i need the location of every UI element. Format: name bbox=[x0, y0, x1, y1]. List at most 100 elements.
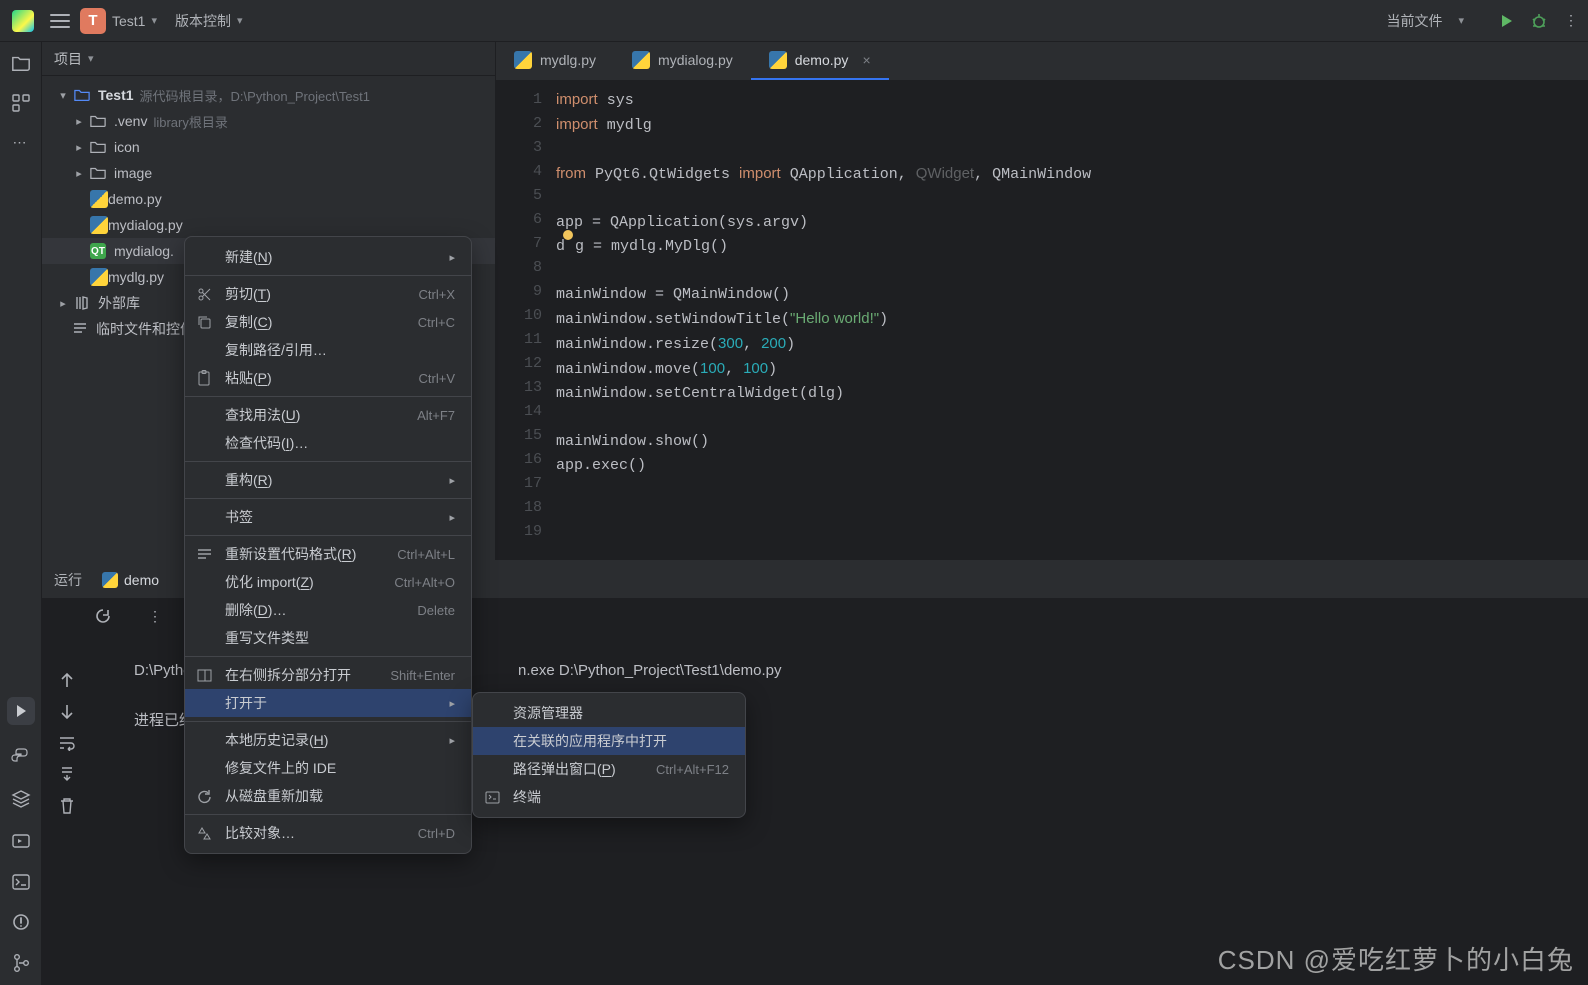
folder-icon[interactable] bbox=[11, 54, 31, 72]
tree-item-hint: library根目录 bbox=[153, 112, 227, 131]
tab-run-config[interactable]: demo bbox=[102, 572, 159, 588]
python-file-icon bbox=[90, 268, 108, 286]
problems-icon[interactable] bbox=[12, 913, 30, 931]
qt-file-icon: QT bbox=[90, 243, 106, 259]
ctx-find-usage[interactable]: 查找用法(U)Alt+F7 bbox=[185, 401, 471, 429]
left-tool-rail: ⋯ bbox=[0, 42, 42, 985]
python-file-icon bbox=[514, 51, 532, 69]
ctx-copy[interactable]: 复制(C)Ctrl+C bbox=[185, 308, 471, 336]
ctx-local-history[interactable]: 本地历史记录(H)▸ bbox=[185, 726, 471, 754]
tree-root-hint: 源代码根目录，D:\Python_Project\Test1 bbox=[140, 86, 370, 105]
topbar: T Test1 ▾ 版本控制 ▾ 当前文件 ▾ ⋮ bbox=[0, 0, 1588, 42]
tab-label: mydialog.py bbox=[658, 52, 733, 68]
tree-row[interactable]: mydialog.py bbox=[42, 212, 495, 238]
chevron-down-icon[interactable]: ▾ bbox=[1458, 14, 1464, 27]
ctx-open-split[interactable]: 在右侧拆分部分打开Shift+Enter bbox=[185, 661, 471, 689]
ctx-refactor[interactable]: 重构(R)▸ bbox=[185, 466, 471, 494]
ctx-open-in[interactable]: 打开于▸ bbox=[185, 689, 471, 717]
sub-terminal[interactable]: 终端 bbox=[473, 783, 745, 811]
chevron-down-icon[interactable]: ▾ bbox=[56, 89, 70, 102]
hamburger-icon[interactable] bbox=[50, 13, 70, 29]
project-badge[interactable]: T bbox=[80, 8, 106, 34]
structure-icon[interactable] bbox=[12, 94, 30, 112]
tab-run[interactable]: 运行 bbox=[54, 570, 82, 590]
tree-item-name: icon bbox=[114, 139, 140, 155]
editor-tab[interactable]: mydialog.py bbox=[614, 42, 751, 80]
editor-tabs: mydlg.py mydialog.py demo.py × bbox=[496, 42, 1588, 80]
chevron-right-icon[interactable]: ▸ bbox=[56, 297, 70, 310]
chevron-right-icon[interactable]: ▸ bbox=[72, 115, 86, 128]
ctx-reload[interactable]: 从磁盘重新加载 bbox=[185, 782, 471, 810]
sub-path-popup[interactable]: 路径弹出窗口(P)Ctrl+Alt+F12 bbox=[473, 755, 745, 783]
project-panel-title: 项目 bbox=[54, 49, 82, 69]
ctx-optimize[interactable]: 优化 import(Z)Ctrl+Alt+O bbox=[185, 568, 471, 596]
editor-tab[interactable]: demo.py × bbox=[751, 42, 889, 80]
run-play-icon[interactable] bbox=[1498, 13, 1514, 29]
ctx-override[interactable]: 重写文件类型 bbox=[185, 624, 471, 652]
ctx-repair[interactable]: 修复文件上的 IDE bbox=[185, 754, 471, 782]
soft-wrap-icon[interactable] bbox=[58, 735, 76, 751]
python-file-icon bbox=[102, 572, 118, 588]
run-side-toolbar bbox=[52, 671, 82, 815]
sub-explorer[interactable]: 资源管理器 bbox=[473, 699, 745, 727]
gutter: 12345678910111213141516171819 bbox=[496, 80, 556, 560]
tree-item-name: demo.py bbox=[108, 191, 162, 207]
scissors-icon bbox=[197, 287, 212, 302]
step-down-icon[interactable] bbox=[59, 703, 75, 721]
tree-item-name: mydialog.py bbox=[108, 217, 183, 233]
chevron-down-icon[interactable]: ▾ bbox=[237, 14, 243, 27]
ctx-inspect[interactable]: 检查代码(I)… bbox=[185, 429, 471, 457]
sub-assoc-app[interactable]: 在关联的应用程序中打开 bbox=[473, 727, 745, 755]
tab-label: demo.py bbox=[795, 52, 849, 68]
chevron-down-icon: ▾ bbox=[88, 52, 94, 65]
ctx-bookmark[interactable]: 书签▸ bbox=[185, 503, 471, 531]
debug-icon[interactable] bbox=[1530, 12, 1548, 30]
services-icon[interactable] bbox=[11, 831, 31, 851]
layers-icon[interactable] bbox=[11, 789, 31, 809]
step-up-icon[interactable] bbox=[59, 671, 75, 689]
scroll-to-end-icon[interactable] bbox=[59, 765, 75, 783]
chevron-down-icon[interactable]: ▾ bbox=[151, 14, 157, 27]
reformat-icon bbox=[197, 548, 212, 561]
version-control-menu[interactable]: 版本控制 bbox=[175, 11, 231, 31]
folder-icon bbox=[90, 166, 106, 180]
ctx-new[interactable]: 新建(N)▸ bbox=[185, 243, 471, 271]
more-icon[interactable]: ⋯ bbox=[13, 134, 29, 151]
ide-logo-icon bbox=[12, 10, 34, 32]
more-icon[interactable]: ⋮ bbox=[1564, 12, 1580, 29]
ctx-copy-path[interactable]: 复制路径/引用… bbox=[185, 336, 471, 364]
git-icon[interactable] bbox=[12, 953, 30, 973]
run-tool-icon[interactable] bbox=[7, 697, 35, 725]
terminal-icon[interactable] bbox=[11, 873, 31, 891]
tree-row[interactable]: ▸ .venv library根目录 bbox=[42, 108, 495, 134]
tree-row[interactable]: ▸ image bbox=[42, 160, 495, 186]
topbar-right: 当前文件 ▾ ⋮ bbox=[1386, 11, 1580, 31]
tree-row[interactable]: ▸ icon bbox=[42, 134, 495, 160]
editor-tab[interactable]: mydlg.py bbox=[496, 42, 614, 80]
external-libs-label: 外部库 bbox=[98, 293, 140, 313]
compare-icon bbox=[197, 826, 212, 841]
chevron-right-icon: ▸ bbox=[449, 474, 455, 487]
project-name[interactable]: Test1 bbox=[112, 13, 145, 29]
chevron-right-icon[interactable]: ▸ bbox=[72, 141, 86, 154]
python-console-icon[interactable] bbox=[11, 747, 31, 767]
tree-item-name: mydlg.py bbox=[108, 269, 164, 285]
ctx-compare[interactable]: 比较对象…Ctrl+D bbox=[185, 819, 471, 847]
ctx-delete[interactable]: 删除(D)…Delete bbox=[185, 596, 471, 624]
current-file-label[interactable]: 当前文件 bbox=[1386, 11, 1442, 31]
tree-row[interactable]: demo.py bbox=[42, 186, 495, 212]
project-panel-header[interactable]: 项目 ▾ bbox=[42, 42, 495, 76]
trash-icon[interactable] bbox=[59, 797, 75, 815]
close-icon[interactable]: × bbox=[862, 52, 870, 68]
ctx-cut[interactable]: 剪切(T)Ctrl+X bbox=[185, 280, 471, 308]
context-menu: 新建(N)▸ 剪切(T)Ctrl+X 复制(C)Ctrl+C 复制路径/引用… … bbox=[184, 236, 472, 854]
tree-root[interactable]: ▾ Test1 源代码根目录，D:\Python_Project\Test1 bbox=[42, 82, 495, 108]
folder-icon bbox=[90, 114, 106, 128]
code-content[interactable]: import sys import mydlg from PyQt6.QtWid… bbox=[556, 80, 1091, 560]
chevron-right-icon[interactable]: ▸ bbox=[72, 167, 86, 180]
ctx-reformat[interactable]: 重新设置代码格式(R)Ctrl+Alt+L bbox=[185, 540, 471, 568]
code-area[interactable]: 12345678910111213141516171819 import sys… bbox=[496, 80, 1588, 560]
python-file-icon bbox=[90, 216, 108, 234]
ctx-paste[interactable]: 粘贴(P)Ctrl+V bbox=[185, 364, 471, 392]
console-line: n.exe D:\Python_Project\Test1\demo.py bbox=[518, 657, 781, 685]
